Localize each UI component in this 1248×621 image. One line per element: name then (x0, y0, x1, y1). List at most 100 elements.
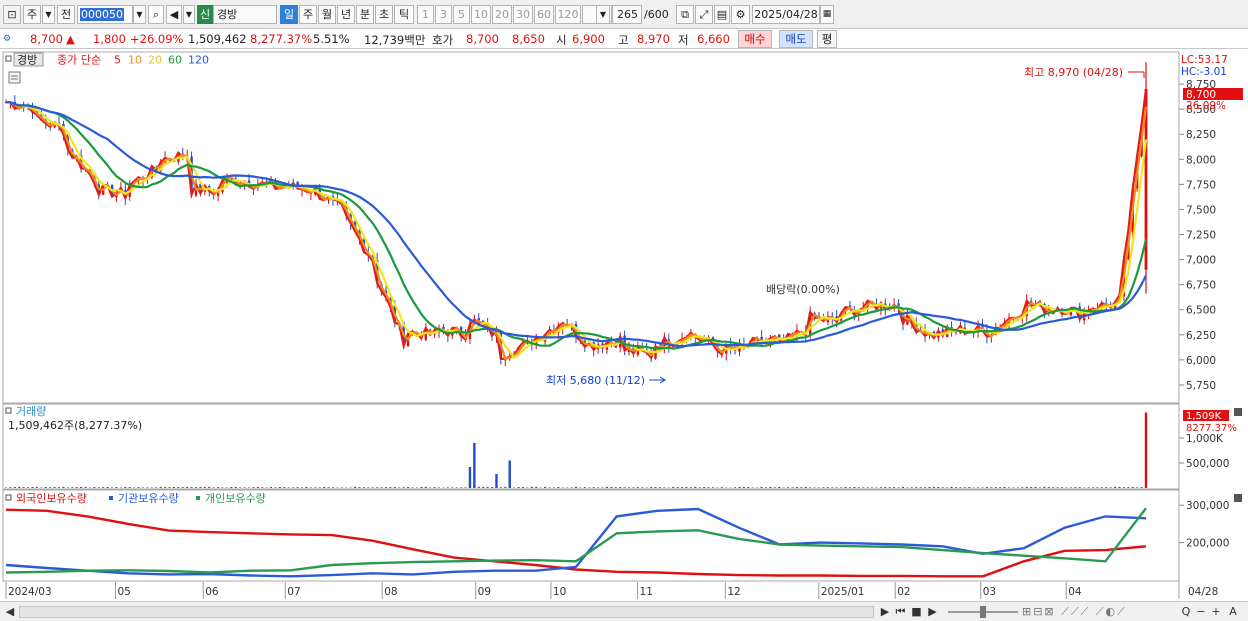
x-tick-label: 05 (117, 586, 130, 598)
x-tick-label: 09 (478, 586, 491, 598)
zoom-search-icon[interactable]: Q (1180, 605, 1192, 619)
volume-bar (164, 487, 167, 488)
scroll-first-icon[interactable]: ⏮ (893, 605, 908, 619)
candle-icon[interactable]: ⧉ (676, 5, 694, 24)
stock-name-field[interactable]: 경방 (213, 5, 277, 24)
period-week-button[interactable]: 주 (299, 5, 317, 24)
scroll-track[interactable] (19, 606, 874, 618)
period-select[interactable]: 주 (23, 5, 41, 24)
speaker-icon[interactable]: ◀ (166, 5, 182, 24)
table-toggle-icon[interactable] (8, 71, 21, 84)
chart-background (0, 50, 1248, 601)
volume-bar (826, 487, 829, 488)
scrollbar[interactable]: ◀ ▶ ⏮ ■ ▶ ⊞⊟⊠ ⟋⟋⟋ ⟋◐⟋ Q − + A (0, 601, 1248, 621)
volume-bar (575, 486, 577, 488)
period-year-button[interactable]: 년 (337, 5, 355, 24)
code-input[interactable]: 000050 (77, 5, 133, 24)
volume-bar (217, 487, 220, 488)
period-day-button[interactable]: 일 (280, 5, 298, 24)
volume-bar (278, 486, 281, 488)
x-tick-label: 12 (727, 586, 740, 598)
volume-bar (681, 487, 684, 488)
interval-3-button[interactable]: 3 (435, 5, 452, 24)
interval-5-button[interactable]: 5 (453, 5, 470, 24)
volume-bar (305, 486, 308, 488)
volume-bar (203, 487, 206, 488)
volume-tick-label: 1,000K (1186, 433, 1224, 445)
price-tick-label: 6,250 (1186, 330, 1216, 342)
volume-bar (1034, 486, 1037, 488)
scroll-stop-icon[interactable]: ■ (909, 605, 924, 619)
ask-price: 8,700 (466, 32, 499, 46)
interval-60-button[interactable]: 60 (534, 5, 554, 24)
period-minute-button[interactable]: 분 (356, 5, 374, 24)
stock-chart[interactable]: 5,750 6,000 6,250 6,500 6,750 7,000 7,250 7,500… (0, 50, 1248, 601)
volume-panel-close-icon[interactable] (1234, 408, 1242, 416)
volume-bar (932, 486, 935, 488)
volume-bar (769, 486, 772, 488)
interval-30-button[interactable]: 30 (513, 5, 533, 24)
line-tool-icon[interactable]: ⤢ (695, 5, 713, 24)
prev-button[interactable]: 전 (57, 5, 75, 24)
text-tool-icon[interactable]: A (1226, 605, 1240, 619)
date-input[interactable]: 2025/04/28 (752, 5, 820, 24)
period-second-button[interactable]: 초 (375, 5, 393, 24)
volume-bar (941, 487, 944, 488)
gear-icon[interactable]: ⚙ (731, 5, 750, 24)
volume-bar (1052, 487, 1055, 488)
search-icon[interactable]: ⌕ (148, 5, 164, 24)
period-month-button[interactable]: 월 (318, 5, 336, 24)
interval-dropdown-icon[interactable]: ▼ (596, 5, 610, 24)
interval-20-button[interactable]: 20 (492, 5, 512, 24)
save-icon[interactable]: ▤ (714, 5, 730, 24)
zoom-out-icon[interactable]: − (1195, 605, 1207, 619)
volume-bar (195, 487, 197, 488)
scroll-play-icon[interactable]: ▶ (878, 605, 892, 619)
volume-spike (468, 467, 472, 488)
count-input[interactable]: 265 (612, 5, 642, 24)
volume-bar (1021, 487, 1024, 488)
drawing-tools[interactable]: ⊞⊟⊠ ⟋⟋⟋ ⟋◐⟋ (1022, 605, 1242, 619)
change-arrow-icon: ▲ (66, 32, 75, 46)
volume-bar (557, 486, 560, 488)
scroll-left-icon[interactable]: ◀ (3, 605, 17, 619)
sell-button[interactable]: 매도 (779, 30, 813, 48)
zoom-slider-thumb[interactable] (980, 606, 986, 618)
volume-bar (362, 487, 365, 488)
period-tick-button[interactable]: 틱 (394, 5, 414, 24)
volume-bar (884, 487, 887, 488)
interval-10-button[interactable]: 10 (471, 5, 491, 24)
scroll-next-icon[interactable]: ▶ (925, 605, 940, 619)
volume-bar (703, 487, 706, 488)
volume-bar (212, 487, 215, 488)
interval-120-button[interactable]: 120 (555, 5, 581, 24)
volume-bar (407, 487, 410, 488)
zoom-in-glyph: + (1211, 605, 1221, 618)
period-dropdown-icon[interactable]: ▼ (42, 5, 55, 24)
volume-bar (897, 487, 900, 488)
volume-tag-text: 1,509K (1186, 411, 1222, 422)
settings-icon[interactable]: ⚙ (3, 34, 11, 44)
volume-bar (734, 487, 737, 488)
volume-bar (685, 487, 688, 488)
volume-bar (835, 487, 838, 488)
interval-1-button[interactable]: 1 (417, 5, 434, 24)
volume-bar (1091, 487, 1094, 488)
volume-bar (482, 487, 485, 488)
holdings-panel-close-icon[interactable] (1234, 494, 1242, 502)
calendar-icon[interactable]: ▦ (820, 5, 834, 24)
code-dropdown-icon[interactable]: ▼ (133, 5, 146, 24)
chart-type-icon[interactable]: ⊡ (3, 5, 21, 24)
volume-bar (1038, 487, 1041, 488)
x-tick-label: 07 (287, 586, 300, 598)
volume-bar (115, 487, 118, 488)
volume-pct-tag: 8277.37% (1186, 423, 1237, 434)
legend-ma-10: 10 (128, 54, 142, 67)
buy-button[interactable]: 매수 (738, 30, 772, 48)
volume-info: 1,509,462주(8,277.37%) (8, 419, 142, 432)
volume-bar (49, 487, 52, 488)
eval-button[interactable]: 평 (817, 30, 837, 48)
zoom-in-icon[interactable]: + (1210, 605, 1222, 619)
speaker-dropdown-icon[interactable]: ▼ (183, 5, 195, 24)
volume-bar (455, 487, 458, 488)
